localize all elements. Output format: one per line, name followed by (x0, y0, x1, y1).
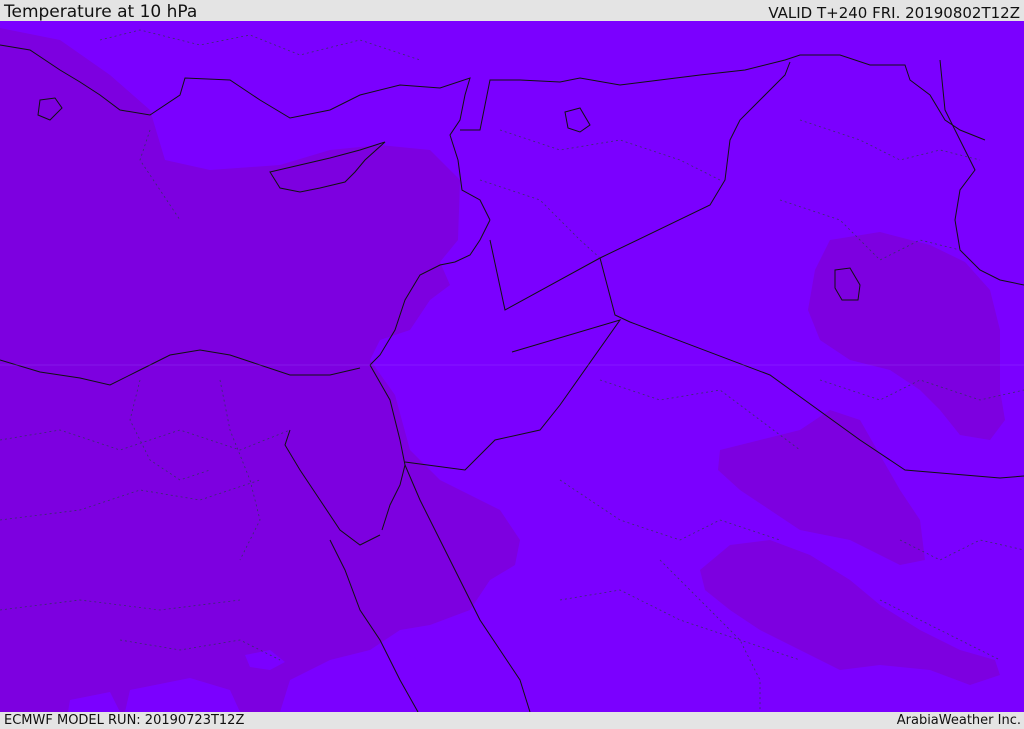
footer-bar: ECMWF MODEL RUN: 20190723T12Z ArabiaWeat… (0, 712, 1024, 729)
valid-time: VALID T+240 FRI. 20190802T12Z (768, 4, 1020, 22)
temperature-map (0, 21, 1024, 712)
header-bar: Temperature at 10 hPa VALID T+240 FRI. 2… (0, 0, 1024, 21)
model-run: ECMWF MODEL RUN: 20190723T12Z (4, 713, 245, 728)
map-title: Temperature at 10 hPa (4, 2, 198, 22)
credit-text: ArabiaWeather Inc. (896, 713, 1021, 728)
